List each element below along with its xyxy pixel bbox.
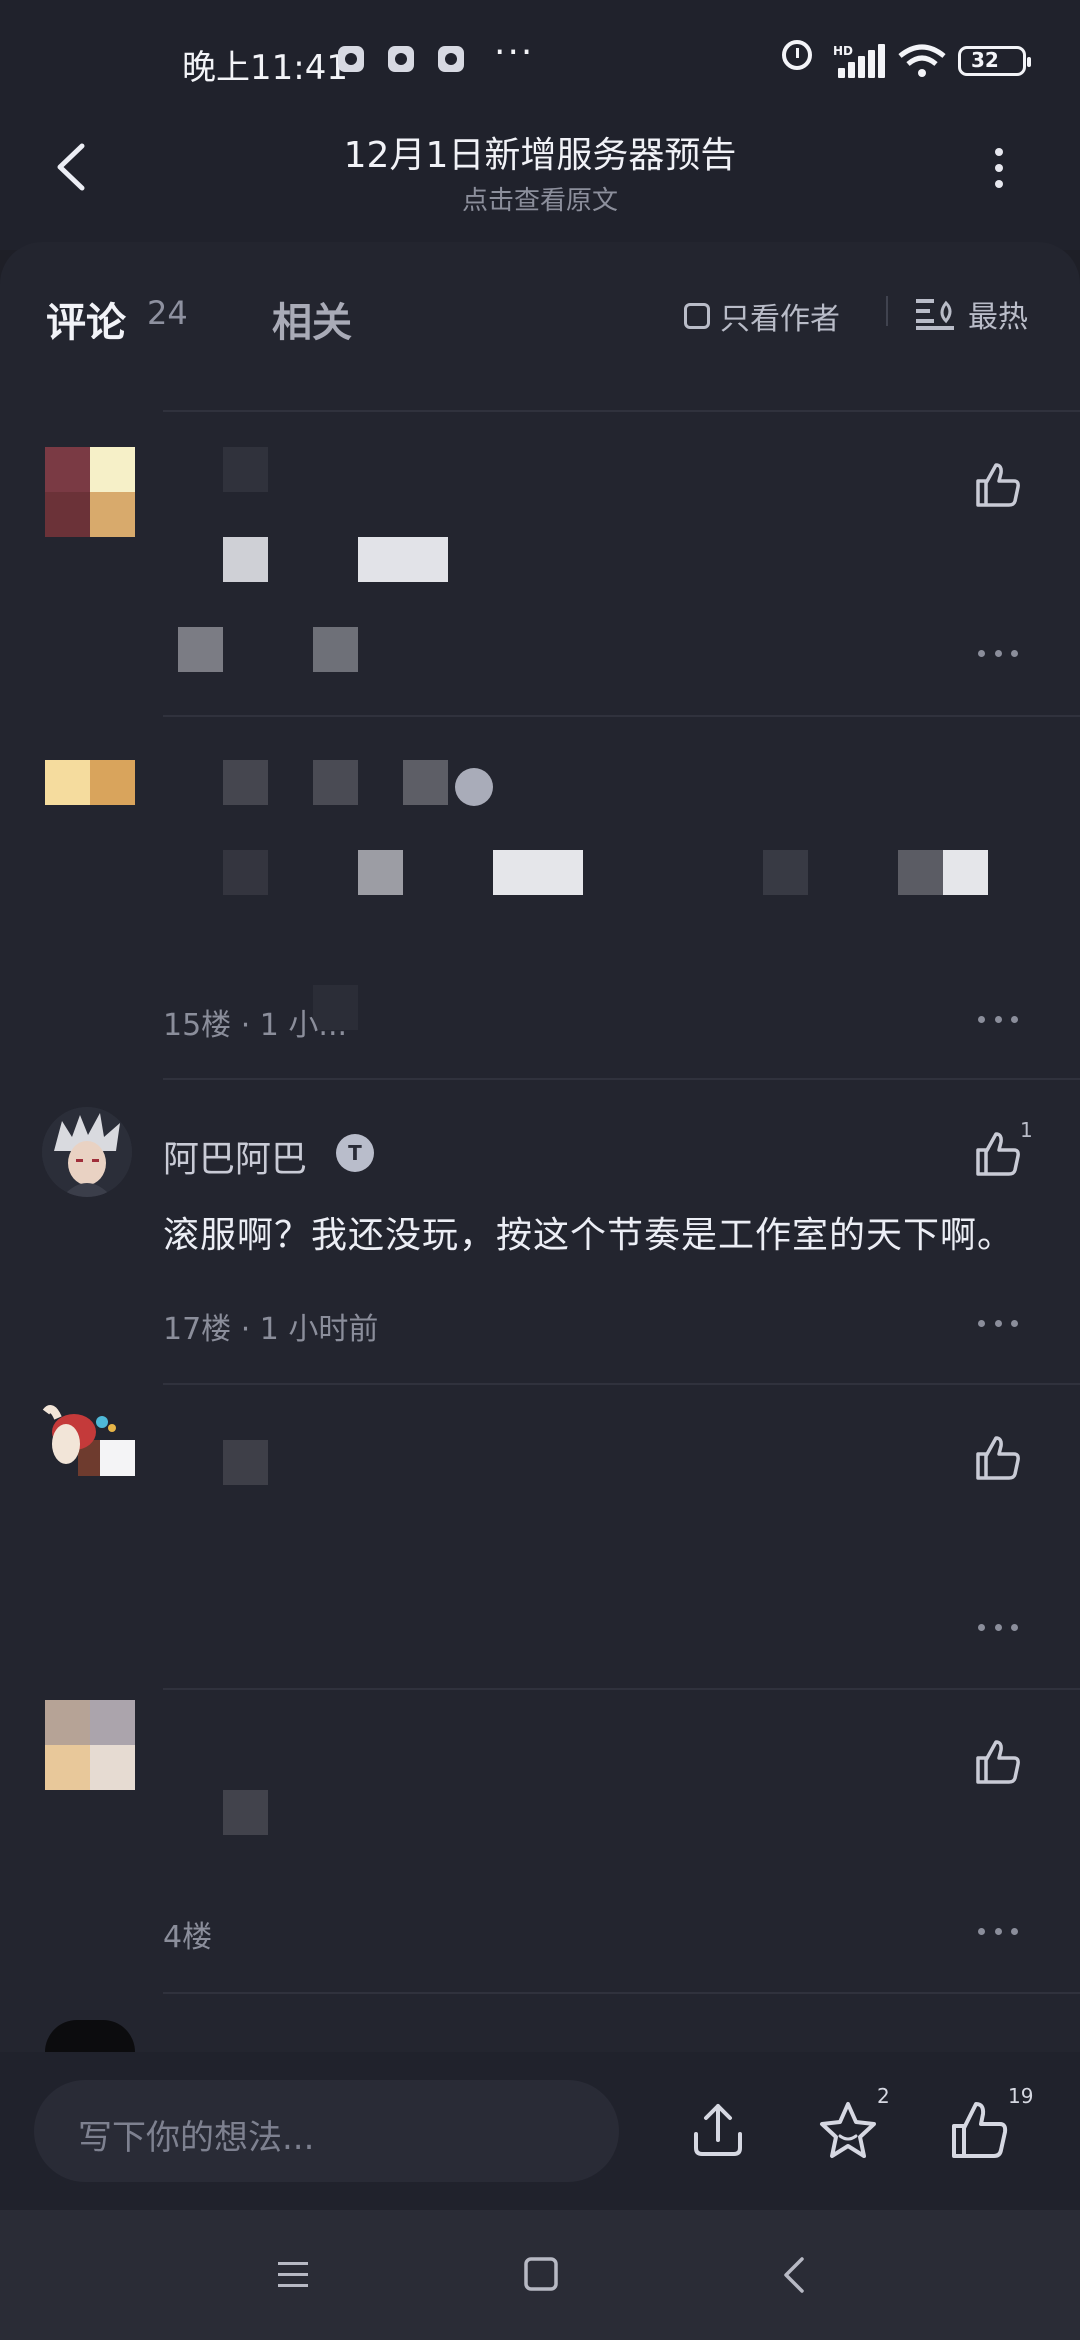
page-title[interactable]: 12月1日新增服务器预告 [0, 126, 1080, 178]
divider [163, 410, 1080, 412]
comment-input-placeholder: 写下你的想法... [78, 2118, 315, 2158]
status-time: 晚上11:41 [182, 48, 348, 88]
thumb-up-icon[interactable] [972, 1432, 1024, 1484]
view-original-link[interactable]: 点击查看原文 [0, 180, 1080, 217]
battery-level: 32 [971, 48, 999, 72]
avatar[interactable] [45, 760, 135, 805]
likes-count: 19 [1008, 2084, 1034, 2108]
more-horizontal-icon[interactable] [978, 1928, 1018, 1938]
divider [886, 296, 888, 326]
level-badge: T [336, 1134, 374, 1172]
divider [163, 1078, 1080, 1080]
tab-comments[interactable]: 评论 [46, 290, 126, 348]
comments-sheet [0, 242, 1080, 2052]
tab-related[interactable]: 相关 [272, 290, 352, 348]
thumb-up-icon[interactable] [972, 459, 1024, 511]
app-notification-icon [338, 46, 364, 72]
sort-label: 最热 [968, 300, 1028, 335]
signal-icon [838, 44, 886, 78]
star-icon[interactable] [816, 2098, 880, 2162]
status-bar: 晚上11:41 ··· HD 32 [0, 0, 1080, 120]
alarm-icon [782, 40, 812, 70]
like-count: 1 [1020, 1118, 1033, 1142]
floor-info: 4楼 [163, 1920, 213, 1955]
app-notification-icon [388, 46, 414, 72]
nav-back-icon[interactable] [780, 2256, 808, 2294]
more-horizontal-icon[interactable] [978, 1624, 1018, 1634]
avatar[interactable] [45, 1700, 135, 1790]
home-square-icon[interactable] [523, 2256, 559, 2292]
avatar[interactable] [38, 1400, 135, 1490]
app-notification-icon [438, 46, 464, 72]
thumb-up-icon[interactable] [972, 1736, 1024, 1788]
thumb-up-icon[interactable] [948, 2098, 1012, 2162]
battery-icon: 32 [958, 46, 1031, 76]
share-icon[interactable] [686, 2098, 750, 2162]
floor-time: 17楼 · 1 小时前 [163, 1312, 379, 1347]
floor-info: 15楼 · 1 小... [163, 1008, 348, 1043]
more-horizontal-icon[interactable] [978, 1320, 1018, 1330]
author-only-label: 只看作者 [720, 302, 840, 337]
more-vertical-icon[interactable] [990, 148, 1008, 188]
wifi-icon [898, 44, 946, 77]
divider [163, 1688, 1080, 1690]
comments-count: 24 [147, 294, 188, 332]
sort-button[interactable]: 最热 [916, 294, 1028, 335]
more-notifications-icon: ··· [494, 32, 535, 73]
menu-icon[interactable] [276, 2258, 310, 2292]
sort-icon [916, 299, 954, 330]
author-only-toggle[interactable]: 只看作者 [684, 296, 840, 337]
avatar[interactable] [45, 447, 135, 537]
divider [163, 1383, 1080, 1385]
avatar[interactable] [42, 1107, 132, 1197]
comment-username[interactable]: 阿巴阿巴 [163, 1130, 307, 1182]
thumb-up-icon[interactable] [972, 1128, 1024, 1180]
more-horizontal-icon[interactable] [978, 650, 1018, 660]
divider [163, 1992, 1080, 1994]
more-horizontal-icon[interactable] [978, 1016, 1018, 1026]
checkbox-icon[interactable] [684, 303, 710, 329]
divider [163, 715, 1080, 717]
favorites-count: 2 [877, 2084, 890, 2108]
comment-text: 滚服啊？我还没玩，按这个节奏是工作室的天下啊。 [163, 1215, 1015, 1256]
comment-input[interactable]: 写下你的想法... [34, 2080, 619, 2182]
